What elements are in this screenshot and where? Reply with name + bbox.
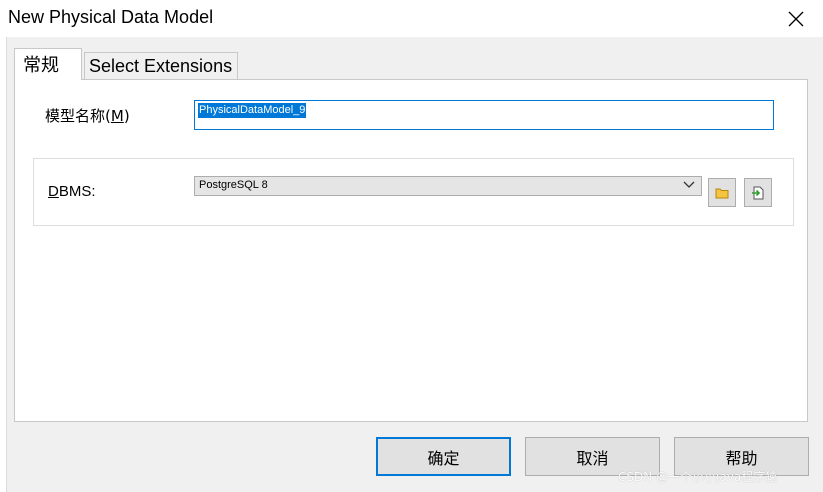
title-bar: New Physical Data Model <box>6 0 823 37</box>
chevron-down-icon <box>683 181 695 188</box>
model-name-input[interactable]: PhysicalDataModel_9 <box>194 100 774 130</box>
close-button[interactable] <box>782 5 810 33</box>
tab-select-extensions[interactable]: Select Extensions <box>84 52 238 79</box>
close-icon <box>788 11 804 27</box>
dbms-selected-value: PostgreSQL 8 <box>199 179 268 191</box>
folder-icon <box>715 188 729 198</box>
dbms-label: DBMS: <box>48 183 96 200</box>
import-dbms-button[interactable] <box>744 178 772 207</box>
watermark: CSDN @一个小小java程序猿 <box>618 470 778 484</box>
model-name-label-prefix: 模型名称( <box>45 107 111 125</box>
model-name-label-accesskey: M <box>110 107 124 125</box>
import-file-icon <box>752 186 764 199</box>
model-name-label-suffix: ) <box>123 107 130 125</box>
tab-panel-general: 模型名称(M) PhysicalDataModel_9 DBMS: Postgr… <box>14 79 808 422</box>
ok-button[interactable]: 确定 <box>376 437 511 476</box>
model-name-value: PhysicalDataModel_9 <box>198 103 307 118</box>
dbms-label-accesskey: D <box>48 183 59 200</box>
window-title: New Physical Data Model <box>8 7 214 27</box>
tab-general[interactable]: 常规 <box>14 48 82 80</box>
dbms-group: DBMS: PostgreSQL 8 <box>33 158 794 226</box>
browse-dbms-button[interactable] <box>708 178 736 207</box>
dbms-select[interactable]: PostgreSQL 8 <box>194 176 702 196</box>
background-window-edge <box>0 0 7 492</box>
dbms-label-rest: BMS: <box>58 183 96 200</box>
model-name-label: 模型名称(M) <box>45 105 130 126</box>
